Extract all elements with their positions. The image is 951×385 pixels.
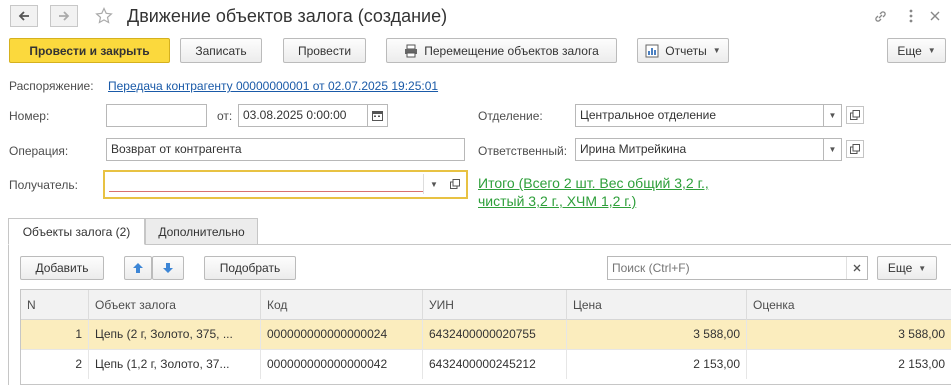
calendar-icon: [372, 111, 383, 121]
recipient-open-button[interactable]: [446, 175, 464, 193]
arrow-left-icon: [18, 11, 29, 21]
divider: [423, 174, 424, 194]
reports-button[interactable]: Отчеты ▼: [637, 38, 729, 63]
cell-object: Цепь (1,2 г, Золото, 37...: [89, 350, 261, 379]
column-header-price[interactable]: Цена: [567, 290, 747, 320]
reports-icon: [645, 44, 659, 58]
more-button[interactable]: Еще ▼: [887, 38, 946, 63]
move-up-button[interactable]: [124, 256, 152, 280]
column-header-code[interactable]: Код: [261, 290, 423, 320]
cell-n: 1: [21, 320, 89, 349]
menu-button[interactable]: [903, 8, 919, 24]
recipient-label: Получатель:: [9, 178, 78, 192]
post-and-close-button[interactable]: Провести и закрыть: [9, 38, 170, 63]
department-field[interactable]: Центральное отделение: [575, 104, 824, 127]
table-row[interactable]: 1 Цепь (2 г, Золото, 375, ... 0000000000…: [21, 320, 951, 349]
save-button[interactable]: Записать: [180, 38, 262, 63]
cell-estimate: 3 588,00: [747, 320, 951, 349]
order-label: Распоряжение:: [9, 79, 94, 93]
chevron-down-icon: ▼: [712, 46, 721, 55]
chevron-down-icon: ▼: [828, 145, 837, 154]
cell-n: 2: [21, 350, 89, 379]
column-header-uin[interactable]: УИН: [423, 290, 567, 320]
star-icon: [95, 7, 113, 24]
chevron-down-icon: ▼: [430, 179, 438, 189]
required-underline: [109, 191, 423, 192]
number-field[interactable]: [106, 104, 207, 127]
department-dropdown-button[interactable]: ▼: [824, 104, 842, 127]
printer-icon: [404, 44, 418, 58]
arrow-right-icon: [59, 11, 70, 21]
chevron-down-icon: ▼: [918, 263, 927, 273]
forward-button[interactable]: [50, 5, 78, 27]
move-collateral-button[interactable]: Перемещение объектов залога: [386, 38, 617, 63]
pick-button[interactable]: Подобрать: [204, 256, 296, 280]
order-link[interactable]: Передача контрагенту 00000000001 от 02.0…: [108, 78, 438, 94]
cell-uin: 6432400000245212: [423, 350, 567, 379]
cell-code: 000000000000000042: [261, 350, 423, 379]
more-label: Еще: [897, 43, 922, 58]
cell-object: Цепь (2 г, Золото, 375, ...: [89, 320, 261, 349]
kebab-icon: [909, 9, 913, 23]
department-label: Отделение:: [478, 109, 543, 123]
reports-label: Отчеты: [665, 43, 707, 58]
open-icon: [450, 179, 460, 189]
move-collateral-label: Перемещение объектов залога: [424, 43, 599, 58]
calendar-button[interactable]: [368, 104, 388, 127]
cell-price: 2 153,00: [567, 350, 747, 379]
close-icon: [930, 11, 940, 21]
add-button[interactable]: Добавить: [20, 256, 104, 280]
search-input[interactable]: [607, 256, 868, 280]
move-down-button[interactable]: [152, 256, 184, 280]
link-button[interactable]: [872, 8, 888, 24]
arrow-down-icon: [163, 263, 173, 273]
page-title: Движение объектов залога (создание): [127, 6, 448, 26]
recipient-dropdown-button[interactable]: ▼: [425, 174, 443, 194]
open-icon: [850, 144, 860, 154]
clear-search-button[interactable]: [846, 257, 867, 279]
link-icon: [874, 10, 886, 22]
table-more-button[interactable]: Еще ▼: [877, 256, 937, 280]
post-button[interactable]: Провести: [283, 38, 366, 63]
arrow-up-icon: [133, 263, 143, 273]
column-header-object[interactable]: Объект залога: [89, 290, 261, 320]
tab-additional[interactable]: Дополнительно: [145, 218, 258, 245]
cell-estimate: 2 153,00: [747, 350, 951, 379]
operation-field[interactable]: Возврат от контрагента: [106, 138, 465, 161]
close-icon: [853, 264, 861, 272]
number-label: Номер:: [9, 109, 50, 123]
tab-collateral-objects[interactable]: Объекты залога (2): [8, 218, 145, 245]
cell-uin: 6432400000020755: [423, 320, 567, 349]
total-summary-link[interactable]: Итого (Всего 2 шт. Вес общий 3,2 г., чис…: [478, 174, 748, 210]
column-header-estimate[interactable]: Оценка: [747, 290, 951, 320]
collateral-table: N Объект залога Код УИН Цена Оценка 1 Це…: [20, 289, 951, 385]
back-button[interactable]: [10, 5, 38, 27]
date-label: от:: [217, 109, 233, 123]
recipient-field[interactable]: ▼: [103, 170, 468, 199]
close-button[interactable]: [927, 8, 943, 24]
favorite-button[interactable]: [94, 5, 114, 27]
table-header: N Объект залога Код УИН Цена Оценка: [21, 290, 951, 320]
open-icon: [850, 110, 860, 120]
date-field[interactable]: 03.08.2025 0:00:00: [238, 104, 368, 127]
operation-label: Операция:: [9, 144, 69, 158]
responsible-open-button[interactable]: [846, 140, 864, 158]
department-open-button[interactable]: [846, 106, 864, 124]
chevron-down-icon: ▼: [927, 46, 936, 55]
responsible-label: Ответственный:: [478, 144, 568, 158]
table-row[interactable]: 2 Цепь (1,2 г, Золото, 37... 00000000000…: [21, 350, 951, 379]
column-header-n[interactable]: N: [21, 290, 89, 320]
responsible-dropdown-button[interactable]: ▼: [824, 138, 842, 161]
cell-code: 000000000000000024: [261, 320, 423, 349]
cell-price: 3 588,00: [567, 320, 747, 349]
responsible-field[interactable]: Ирина Митрейкина: [575, 138, 824, 161]
chevron-down-icon: ▼: [828, 111, 837, 120]
table-more-label: Еще: [887, 261, 913, 275]
